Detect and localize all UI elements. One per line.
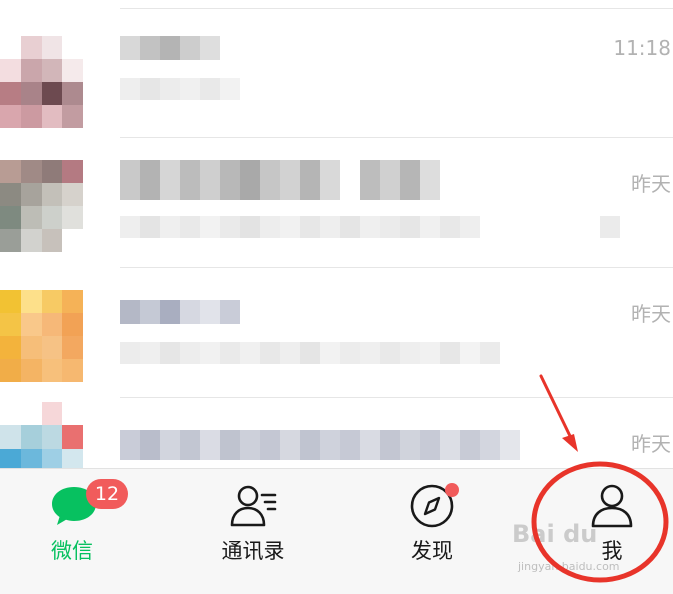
top-divider bbox=[120, 8, 673, 9]
tab-chats[interactable]: 12 微信 bbox=[2, 469, 142, 594]
tab-label: 微信 bbox=[51, 539, 93, 563]
avatar bbox=[0, 36, 104, 128]
message-time: 11:18 bbox=[613, 36, 671, 60]
contact-name-blurred bbox=[120, 430, 520, 460]
tab-contacts[interactable]: 通讯录 bbox=[183, 469, 323, 594]
wechat-screen: 11:18 昨天 昨天 昨天 12 微信 通讯录 发现 我 Bai du jin… bbox=[0, 0, 673, 594]
contact-name-blurred bbox=[120, 300, 240, 324]
avatar bbox=[0, 402, 104, 472]
contacts-icon bbox=[230, 485, 277, 527]
chat-item[interactable]: 11:18 bbox=[0, 0, 673, 138]
chat-item[interactable]: 昨天 bbox=[0, 268, 673, 398]
unread-badge: 12 bbox=[86, 479, 128, 509]
avatar bbox=[0, 160, 104, 252]
message-time: 昨天 bbox=[631, 302, 671, 326]
tab-discover[interactable]: 发现 bbox=[362, 469, 502, 594]
avatar bbox=[0, 290, 104, 382]
message-preview-blurred bbox=[120, 216, 620, 238]
watermark-url: jingyan.baidu.com bbox=[518, 560, 620, 573]
message-preview-blurred bbox=[120, 342, 500, 364]
message-time: 昨天 bbox=[631, 172, 671, 196]
contact-name-blurred bbox=[120, 36, 220, 60]
new-moments-dot bbox=[445, 483, 459, 497]
chat-item[interactable]: 昨天 bbox=[0, 138, 673, 268]
tab-label: 通讯录 bbox=[221, 539, 285, 563]
contact-name-blurred bbox=[120, 160, 440, 200]
chat-list: 11:18 昨天 昨天 昨天 bbox=[0, 0, 673, 472]
tab-label: 发现 bbox=[411, 539, 453, 563]
message-preview-blurred bbox=[120, 78, 240, 100]
message-time: 昨天 bbox=[631, 432, 671, 456]
watermark-text: Bai du bbox=[512, 520, 598, 548]
